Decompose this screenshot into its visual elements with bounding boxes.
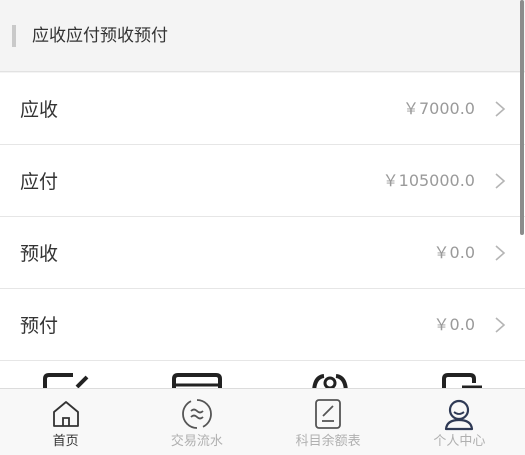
tab-account-balance[interactable]: 科目余额表 — [263, 389, 394, 455]
section-header: 应收应付预收预付 — [0, 0, 525, 72]
chevron-right-icon — [495, 317, 506, 333]
list-item-amount: ￥7000.0 — [403, 99, 475, 118]
list-item-amount: ￥0.0 — [433, 315, 475, 334]
list-item-prepaid[interactable]: 预付 ￥0.0 — [0, 289, 525, 361]
tab-transactions[interactable]: 交易流水 — [131, 389, 262, 455]
ledger-icon — [315, 399, 342, 429]
exchange-icon — [181, 399, 212, 429]
list-item-label: 应付 — [20, 171, 59, 193]
tab-home[interactable]: 首页 — [0, 389, 131, 455]
tab-label: 个人中心 — [433, 434, 486, 449]
list-item-amount: ￥0.0 — [433, 243, 475, 262]
list-item-advance-received[interactable]: 预收 ￥0.0 — [0, 217, 525, 289]
edit-icon — [43, 373, 89, 389]
tab-label: 交易流水 — [170, 434, 223, 449]
tab-label: 科目余额表 — [295, 434, 361, 449]
tab-label: 首页 — [52, 434, 79, 449]
section-title: 应收应付预收预付 — [32, 26, 168, 46]
scrollbar[interactable] — [520, 0, 524, 235]
summary-list: 应收 ￥7000.0 应付 ￥105000.0 预收 ￥0.0 预付 ￥0.0 — [0, 73, 525, 361]
list-item-payable[interactable]: 应付 ￥105000.0 — [0, 145, 525, 217]
list-item-receivable[interactable]: 应收 ￥7000.0 — [0, 73, 525, 145]
list-item-label: 预付 — [20, 315, 59, 337]
wallet-icon — [442, 373, 482, 389]
tab-profile[interactable]: 个人中心 — [394, 389, 525, 455]
list-item-amount: ￥105000.0 — [382, 171, 475, 190]
chevron-right-icon — [495, 101, 506, 117]
section-header-accent-bar — [12, 25, 16, 47]
home-icon — [52, 401, 79, 427]
card-icon — [172, 373, 222, 389]
list-item-label: 预收 — [20, 243, 59, 265]
list-item-label: 应收 — [20, 99, 59, 121]
user-icon — [445, 399, 474, 431]
contacts-icon — [312, 374, 348, 389]
bottom-tab-bar: 首页 交易流水 科目余额表 个人中心 — [0, 388, 525, 455]
next-section-icons-peek — [0, 361, 525, 389]
chevron-right-icon — [495, 245, 506, 261]
chevron-right-icon — [495, 173, 506, 189]
